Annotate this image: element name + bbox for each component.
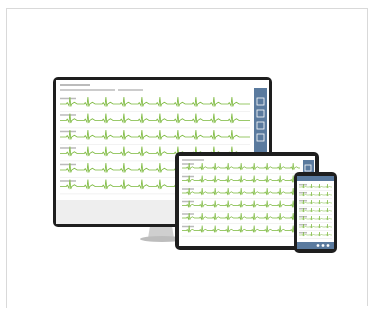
lead-label — [299, 215, 307, 218]
lead-label — [60, 147, 76, 149]
lead-label — [60, 114, 76, 116]
lead-label — [299, 199, 307, 202]
phone-top-bar — [297, 176, 334, 181]
ecg-device-illustration — [53, 77, 337, 253]
lead-label — [182, 188, 194, 190]
lead-label — [299, 183, 307, 186]
lead-label — [299, 191, 307, 194]
monitor-header-text — [60, 84, 90, 86]
lead-label — [60, 163, 76, 166]
lead-label — [182, 163, 194, 165]
expand-icon[interactable] — [326, 244, 330, 247]
lead-label — [182, 225, 194, 228]
share-icon[interactable] — [321, 244, 325, 247]
lead-label — [182, 175, 194, 178]
phone-device — [294, 172, 337, 253]
lead-label — [60, 130, 76, 133]
settings-icon[interactable] — [316, 244, 320, 247]
lead-label — [299, 223, 307, 226]
lead-label — [299, 231, 307, 234]
lead-label — [60, 180, 76, 182]
monitor-header-text — [118, 89, 143, 91]
monitor-header-text — [60, 89, 115, 91]
tablet-header-text — [182, 159, 204, 161]
lead-label — [60, 97, 76, 100]
lead-label — [182, 213, 194, 215]
lead-label — [182, 200, 194, 203]
lead-label — [299, 207, 307, 210]
